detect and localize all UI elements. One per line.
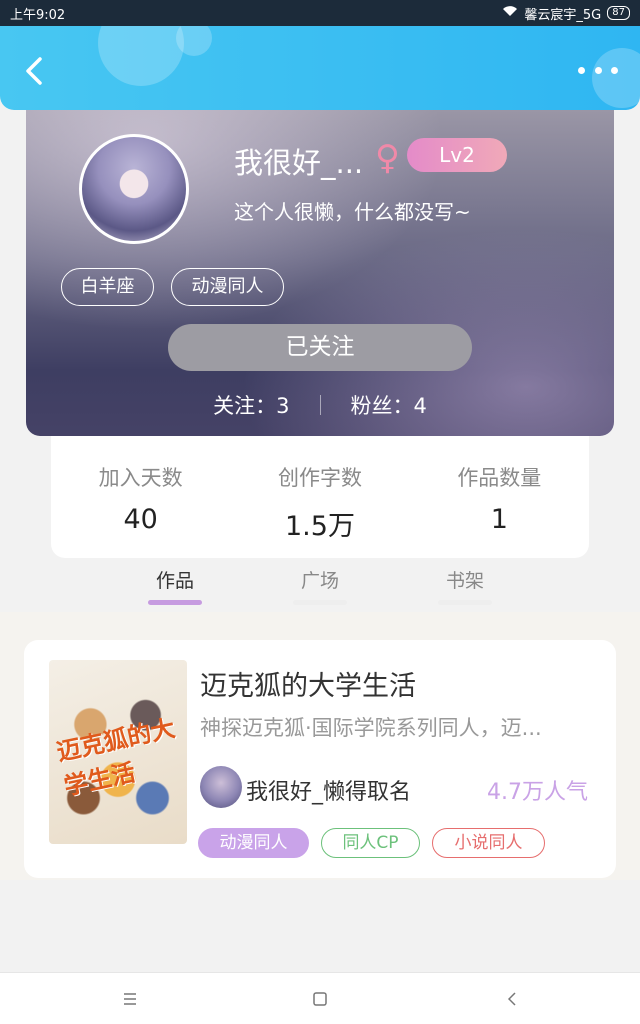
- dot: [611, 66, 618, 74]
- wifi-icon: [502, 5, 518, 21]
- status-right: 馨云宸宇_5G 87: [502, 4, 630, 23]
- tab-bookshelf-indicator: [438, 600, 492, 605]
- tab-works[interactable]: 作品: [135, 566, 215, 593]
- tab-plaza[interactable]: 广场: [280, 566, 360, 593]
- tab-bar: 作品 广场 书架: [0, 558, 640, 612]
- work-tag[interactable]: 小说同人: [432, 828, 545, 858]
- fans-count[interactable]: 粉丝：4: [351, 390, 427, 420]
- system-nav-bar: [0, 972, 640, 1024]
- avatar[interactable]: [79, 134, 189, 244]
- stat-word-count: 创作字数 1.5万: [245, 462, 395, 558]
- follow-stats: 关注：3 粉丝：4: [26, 390, 614, 420]
- stat-works-count: 作品数量 1: [424, 462, 574, 558]
- tab-plaza-indicator: [293, 600, 347, 605]
- level-badge: Lv2: [407, 138, 507, 172]
- work-tag[interactable]: 同人CP: [321, 828, 420, 858]
- back-arrow-icon[interactable]: [20, 56, 50, 86]
- home-square-icon[interactable]: [308, 989, 332, 1009]
- dot: [594, 66, 602, 74]
- status-bar: 上午9:02 馨云宸宇_5G 87: [0, 0, 640, 26]
- decor-bubble: [98, 26, 184, 86]
- tab-bookshelf[interactable]: 书架: [425, 566, 505, 593]
- author-name[interactable]: 我很好_懒得取名: [246, 774, 411, 806]
- menu-icon[interactable]: [118, 989, 142, 1009]
- more-dots-icon[interactable]: [578, 60, 618, 80]
- author-avatar[interactable]: [200, 766, 242, 808]
- stat-label: 创作字数: [277, 466, 362, 490]
- carrier-name: 馨云宸宇_5G: [524, 7, 602, 23]
- app-header: [0, 26, 640, 110]
- stat-label: 作品数量: [457, 466, 542, 490]
- profile-card: 我很好_... ♀ Lv2 这个人很懒，什么都没写~ 白羊座 动漫同人 已关注 …: [26, 110, 614, 436]
- cover-title: 迈克狐的大学生活: [54, 714, 178, 801]
- stat-join-days: 加入天数 40: [66, 462, 216, 558]
- dot: [578, 66, 585, 74]
- work-card[interactable]: 迈克狐的大学生活 迈克狐的大学生活 神探迈克狐·国际学院系列同人，迈... 我很…: [24, 640, 616, 878]
- status-time: 上午9:02: [10, 7, 66, 23]
- stat-label: 加入天数: [98, 466, 183, 490]
- work-cover-image[interactable]: 迈克狐的大学生活: [49, 660, 187, 844]
- username: 我很好_...: [234, 146, 364, 180]
- stats-card: 加入天数 40 创作字数 1.5万 作品数量 1: [51, 436, 589, 558]
- work-title[interactable]: 迈克狐的大学生活: [200, 664, 416, 703]
- divider: [319, 395, 321, 415]
- profile-tag[interactable]: 动漫同人: [171, 268, 284, 306]
- stat-value: 1.5万: [285, 511, 355, 542]
- work-description: 神探迈克狐·国际学院系列同人，迈...: [200, 716, 542, 740]
- user-bio: 这个人很懒，什么都没写~: [234, 200, 471, 224]
- follow-button[interactable]: 已关注: [168, 324, 472, 371]
- decor-bubble: [176, 26, 212, 56]
- back-triangle-icon[interactable]: [500, 989, 524, 1009]
- stat-value: 40: [123, 504, 158, 535]
- tab-works-indicator: [148, 600, 202, 605]
- popularity-count: 4.7万人气: [487, 780, 588, 805]
- female-gender-icon: ♀: [375, 138, 400, 178]
- work-tag[interactable]: 动漫同人: [198, 828, 309, 858]
- stat-value: 1: [490, 504, 508, 535]
- profile-tag[interactable]: 白羊座: [61, 268, 154, 306]
- battery-indicator: 87: [607, 6, 630, 20]
- following-count[interactable]: 关注：3: [213, 390, 289, 420]
